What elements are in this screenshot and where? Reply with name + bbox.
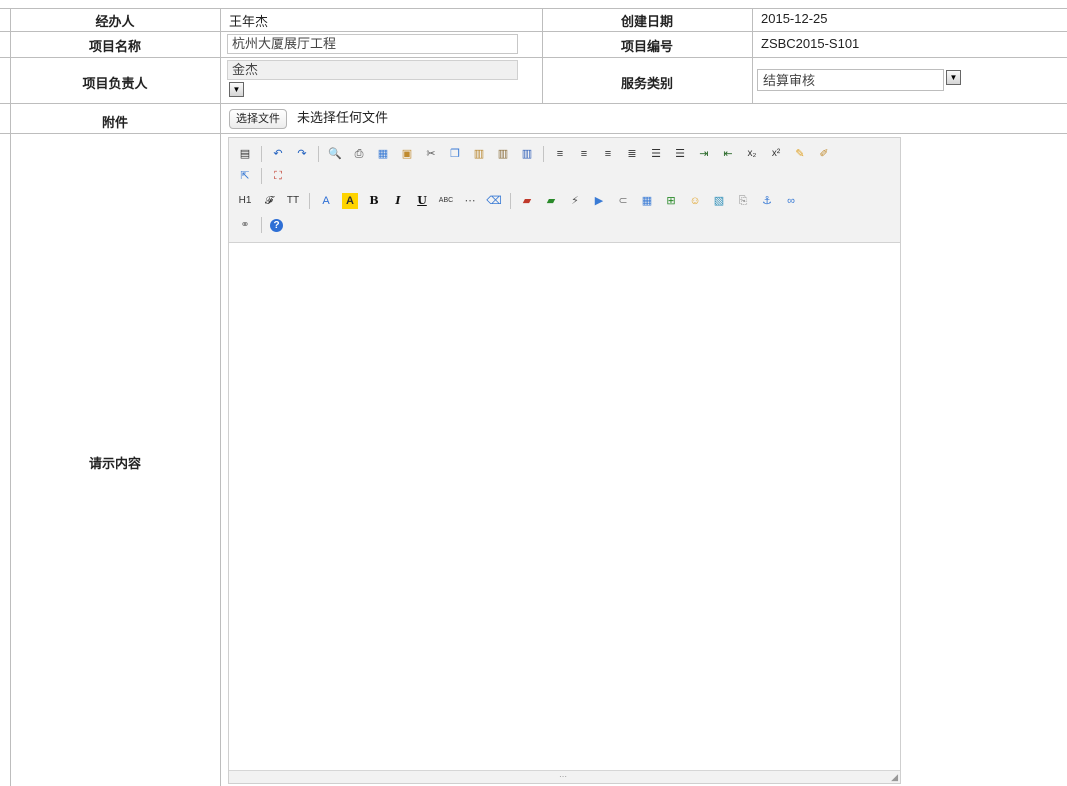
map-icon[interactable]: ▧ xyxy=(711,193,727,209)
paste-icon[interactable]: ▥ xyxy=(471,146,487,162)
superscript-icon[interactable]: x² xyxy=(768,146,784,162)
paste-text-icon[interactable]: ▥ xyxy=(495,146,511,162)
toolbar-row: ⚭? xyxy=(237,214,291,236)
indent-icon[interactable]: ⇥ xyxy=(696,146,712,162)
project-leader-select[interactable]: 金杰 xyxy=(227,60,518,80)
multi-image-icon[interactable]: ▰ xyxy=(543,193,559,209)
help-icon[interactable]: ? xyxy=(270,218,283,232)
code-icon[interactable]: ▣ xyxy=(399,146,415,162)
toolbar-separator xyxy=(309,193,310,209)
flash-icon[interactable]: ⚡ xyxy=(567,193,583,209)
italic-icon[interactable]: I xyxy=(390,193,406,209)
rich-text-editor: ▤ ↶ ↷ 🔍 ⎙ ▦ ▣ ✂ ❐ ▥ ▥ ▥ ≡ ≡ ≡ ≣ ☰ ☰ ⇥ ⇤ x₂ x² ✎ ✐ ⇱ ⛶ H1 𝓕 TT A A B I U… xyxy=(228,137,901,784)
attachment-label: 附件 xyxy=(101,115,128,130)
toolbar-row: ⇱ ⛶ xyxy=(237,165,294,187)
remove-format-icon[interactable]: ⌫ xyxy=(486,193,502,209)
resize-grip-icon[interactable]: ⋯ xyxy=(559,773,567,781)
grid-line xyxy=(0,57,1067,58)
preview-icon[interactable]: 🔍 xyxy=(327,146,343,162)
highlight-icon[interactable]: A xyxy=(342,193,358,209)
redo-icon[interactable]: ↷ xyxy=(294,146,310,162)
source-icon[interactable]: ▤ xyxy=(237,146,253,162)
toolbar-separator xyxy=(261,168,262,184)
toolbar-row: ▤ ↶ ↷ 🔍 ⎙ ▦ ▣ ✂ ❐ ▥ ▥ ▥ ≡ ≡ ≡ ≣ ☰ ☰ ⇥ ⇤ x₂ x² ✎ ✐ xyxy=(237,143,840,165)
attachment-icon[interactable]: ⊂ xyxy=(615,193,631,209)
underline-icon[interactable]: U xyxy=(414,193,430,209)
quick-format-icon[interactable]: ✐ xyxy=(816,146,832,162)
toolbar-row: H1 𝓕 TT A A B I U ABC ⋯ ⌫ ▰ ▰ ⚡ ▶ ⊂ ▦ ⊞ ☺ ▧ ⎘ ⚓ ∞ xyxy=(237,190,807,212)
paste-word-icon[interactable]: ▥ xyxy=(519,146,535,162)
subscript-icon[interactable]: x₂ xyxy=(744,146,760,162)
undo-icon[interactable]: ↶ xyxy=(270,146,286,162)
grid-line xyxy=(752,8,753,104)
handler-value: 王年杰 xyxy=(229,14,269,29)
media-icon[interactable]: ▶ xyxy=(591,193,607,209)
outdent-icon[interactable]: ⇤ xyxy=(720,146,736,162)
chevron-down-icon[interactable]: ▼ xyxy=(229,82,244,97)
template-icon[interactable]: ▦ xyxy=(375,146,391,162)
created-date-label: 创建日期 xyxy=(620,14,673,29)
toolbar-separator xyxy=(318,146,319,162)
bold-icon[interactable]: B xyxy=(366,193,382,209)
choose-file-button[interactable]: 选择文件 xyxy=(229,109,287,129)
chevron-down-icon[interactable]: ▼ xyxy=(946,70,961,85)
table-icon[interactable]: ▦ xyxy=(639,193,655,209)
editor-content-area[interactable] xyxy=(229,243,900,770)
service-type-label: 服务类别 xyxy=(620,76,673,91)
emoticon-icon[interactable]: ☺ xyxy=(687,193,703,209)
toolbar-separator xyxy=(261,217,262,233)
unlink-icon[interactable]: ⚭ xyxy=(237,217,253,233)
link-icon[interactable]: ∞ xyxy=(783,193,799,209)
ordered-list-icon[interactable]: ☰ xyxy=(648,146,664,162)
image-icon[interactable]: ▰ xyxy=(519,193,535,209)
justify-icon[interactable]: ≣ xyxy=(624,146,640,162)
copy-icon[interactable]: ❐ xyxy=(447,146,463,162)
project-name-label: 项目名称 xyxy=(88,39,141,54)
font-color-icon[interactable]: A xyxy=(318,193,334,209)
grid-line xyxy=(0,133,1067,134)
print-icon[interactable]: ⎙ xyxy=(351,146,367,162)
fullscreen-icon[interactable]: ⛶ xyxy=(270,168,286,184)
cut-icon[interactable]: ✂ xyxy=(423,146,439,162)
project-name-input[interactable]: 杭州大厦展厅工程 xyxy=(227,34,518,54)
grid-line xyxy=(0,103,1067,104)
strikethrough-icon[interactable]: ABC xyxy=(438,193,454,209)
created-date-value: 2015-12-25 xyxy=(761,11,828,26)
editor-toolbar: ▤ ↶ ↷ 🔍 ⎙ ▦ ▣ ✂ ❐ ▥ ▥ ▥ ≡ ≡ ≡ ≣ ☰ ☰ ⇥ ⇤ x₂ x² ✎ ✐ ⇱ ⛶ H1 𝓕 TT A A B I U… xyxy=(229,138,900,243)
unordered-list-icon[interactable]: ☰ xyxy=(672,146,688,162)
service-type-select[interactable]: 结算审核 xyxy=(757,69,944,91)
pagebreak-icon[interactable]: ⎘ xyxy=(735,193,751,209)
clear-format-icon[interactable]: ✎ xyxy=(792,146,808,162)
project-request-form: 经办人 王年杰 创建日期 2015-12-25 项目名称 杭州大厦展厅工程 项目… xyxy=(0,0,1067,786)
font-size-icon[interactable]: TT xyxy=(285,193,301,209)
align-center-icon[interactable]: ≡ xyxy=(576,146,592,162)
grid-line xyxy=(220,8,221,786)
font-family-icon[interactable]: 𝓕 xyxy=(261,193,277,209)
file-status-text: 未选择任何文件 xyxy=(297,110,389,125)
heading-icon[interactable]: H1 xyxy=(237,193,253,209)
toolbar-separator xyxy=(261,146,262,162)
request-content-label: 请示内容 xyxy=(88,456,141,471)
project-leader-label: 项目负责人 xyxy=(82,76,148,91)
project-no-value: ZSBC2015-S101 xyxy=(761,36,860,51)
editor-statusbar: ⋯ ◢ xyxy=(229,770,900,783)
toolbar-separator xyxy=(510,193,511,209)
toolbar-separator xyxy=(543,146,544,162)
resize-corner-icon[interactable]: ◢ xyxy=(891,772,898,783)
select-all-icon[interactable]: ⇱ xyxy=(237,168,253,184)
grid-line xyxy=(0,31,1067,32)
anchor-icon[interactable]: ⚓ xyxy=(759,193,775,209)
insert-row-icon[interactable]: ⊞ xyxy=(663,193,679,209)
align-right-icon[interactable]: ≡ xyxy=(600,146,616,162)
handler-label: 经办人 xyxy=(95,14,135,29)
horizontal-rule-icon[interactable]: ⋯ xyxy=(462,193,478,209)
grid-line xyxy=(0,8,1067,9)
project-no-label: 项目编号 xyxy=(620,39,673,54)
align-left-icon[interactable]: ≡ xyxy=(552,146,568,162)
